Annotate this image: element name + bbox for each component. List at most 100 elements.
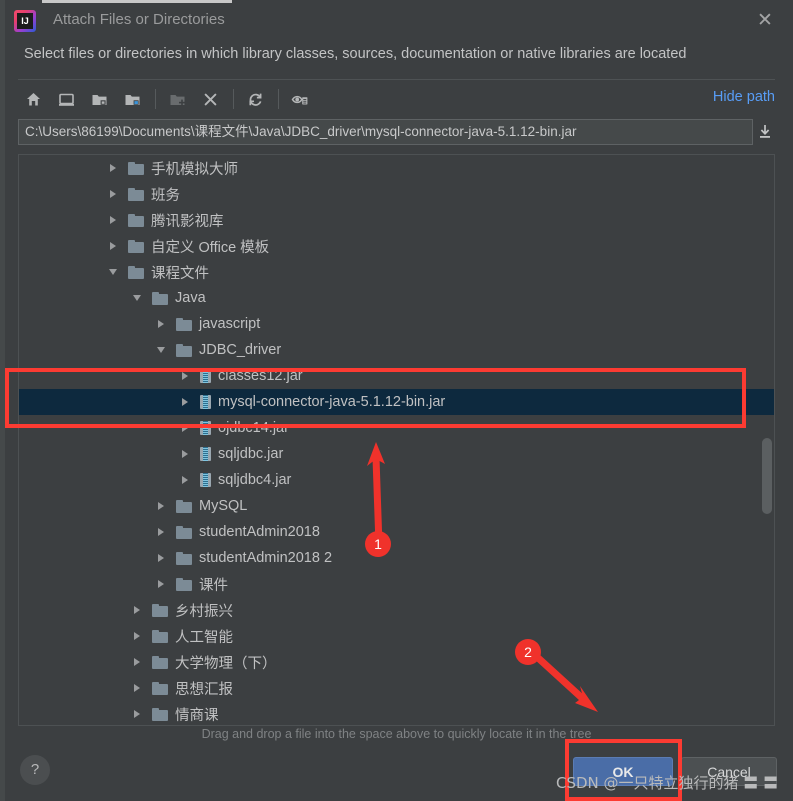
toolbar-divider bbox=[18, 79, 775, 80]
tree-scrollbar[interactable] bbox=[762, 156, 773, 725]
tree-row[interactable]: studentAdmin2018 bbox=[19, 519, 774, 545]
jar-archive-icon bbox=[200, 421, 211, 435]
tree-row[interactable]: 自定义 Office 模板 bbox=[19, 233, 774, 259]
tree-item-label: ojdbc14.jar bbox=[218, 420, 289, 436]
tree-item-label: mysql-connector-java-5.1.12-bin.jar bbox=[218, 394, 446, 410]
chevron-down-icon[interactable] bbox=[155, 344, 167, 356]
tree-item-label: 乡村振兴 bbox=[175, 603, 233, 620]
chevron-right-icon[interactable] bbox=[179, 448, 191, 460]
path-input[interactable]: C:\Users\86199\Documents\课程文件\Java\JDBC_… bbox=[18, 119, 753, 145]
tree-item-label: classes12.jar bbox=[218, 368, 303, 384]
toolbar-separator-1 bbox=[155, 89, 156, 109]
chevron-right-icon[interactable] bbox=[155, 318, 167, 330]
tree-row[interactable]: ojdbc14.jar bbox=[19, 415, 774, 441]
chevron-right-icon[interactable] bbox=[131, 656, 143, 668]
toolbar-separator-3 bbox=[278, 89, 279, 109]
tree-row[interactable]: 乡村振兴 bbox=[19, 597, 774, 623]
tree-row[interactable]: 情商课 bbox=[19, 701, 774, 725]
attach-files-dialog: IJ Attach Files or Directories ✕ Select … bbox=[0, 0, 793, 801]
tree-row[interactable]: 人工智能 bbox=[19, 623, 774, 649]
tree-row[interactable]: 思想汇报 bbox=[19, 675, 774, 701]
module-folder-icon[interactable] bbox=[117, 84, 147, 114]
folder-icon bbox=[152, 603, 168, 617]
chevron-right-icon[interactable] bbox=[179, 370, 191, 382]
folder-icon bbox=[152, 707, 168, 721]
folder-icon bbox=[176, 551, 192, 565]
chevron-right-icon[interactable] bbox=[155, 500, 167, 512]
tree-scrollbar-thumb[interactable] bbox=[762, 438, 772, 514]
chevron-right-icon[interactable] bbox=[107, 214, 119, 226]
intellij-idea-icon: IJ bbox=[14, 10, 36, 32]
annotation-marker-2: 2 bbox=[515, 639, 541, 665]
tree-item-label: 自定义 Office 模板 bbox=[151, 239, 270, 256]
refresh-icon[interactable] bbox=[240, 84, 270, 114]
tree-row[interactable]: JDBC_driver bbox=[19, 337, 774, 363]
close-icon[interactable]: ✕ bbox=[753, 9, 777, 33]
chevron-right-icon[interactable] bbox=[155, 552, 167, 564]
chevron-down-icon[interactable] bbox=[131, 292, 143, 304]
chevron-right-icon[interactable] bbox=[179, 422, 191, 434]
dialog-title: Attach Files or Directories bbox=[53, 11, 225, 28]
chevron-right-icon[interactable] bbox=[131, 630, 143, 642]
chevron-right-icon[interactable] bbox=[179, 396, 191, 408]
project-folder-icon[interactable] bbox=[84, 84, 114, 114]
show-hidden-files-icon[interactable] bbox=[285, 84, 315, 114]
folder-icon bbox=[128, 187, 144, 201]
tree-item-label: 课件 bbox=[199, 577, 228, 594]
tree-item-label: javascript bbox=[199, 316, 261, 332]
folder-icon bbox=[128, 213, 144, 227]
tree-row[interactable]: MySQL bbox=[19, 493, 774, 519]
tree-row[interactable]: 腾讯影视库 bbox=[19, 207, 774, 233]
chevron-right-icon[interactable] bbox=[131, 708, 143, 720]
tree-row[interactable]: sqljdbc.jar bbox=[19, 441, 774, 467]
csdn-watermark: CSDN @一只特立独行的猪 〓 〓 bbox=[556, 774, 779, 792]
home-icon[interactable] bbox=[18, 84, 48, 114]
folder-icon bbox=[176, 343, 192, 357]
chevron-right-icon[interactable] bbox=[155, 526, 167, 538]
chevron-right-icon[interactable] bbox=[131, 682, 143, 694]
jar-archive-icon bbox=[200, 369, 211, 383]
tree-row[interactable]: mysql-connector-java-5.1.12-bin.jar bbox=[19, 389, 774, 415]
folder-icon bbox=[176, 317, 192, 331]
delete-icon[interactable] bbox=[195, 84, 225, 114]
tree-item-label: sqljdbc4.jar bbox=[218, 472, 292, 488]
file-tree-panel[interactable]: 手机模拟大师 班务腾讯影视库自定义 Office 模板 课程文件 Java javasc… bbox=[18, 154, 775, 726]
drag-drop-hint: Drag and drop a file into the space abov… bbox=[201, 727, 592, 741]
tree-row[interactable]: sqljdbc4.jar bbox=[19, 467, 774, 493]
hide-path-link[interactable]: Hide path bbox=[713, 89, 775, 105]
tree-row[interactable]: 班务 bbox=[19, 181, 774, 207]
download-arrow-icon[interactable] bbox=[755, 122, 775, 142]
tree-item-label: 手机模拟大师 bbox=[151, 161, 238, 178]
folder-icon bbox=[176, 499, 192, 513]
tree-item-label: 思想汇报 bbox=[175, 681, 233, 698]
tree-row[interactable]: classes12.jar bbox=[19, 363, 774, 389]
chevron-right-icon[interactable] bbox=[179, 474, 191, 486]
chevron-right-icon[interactable] bbox=[155, 578, 167, 590]
tree-row[interactable]: Java bbox=[19, 285, 774, 311]
tree-row[interactable]: studentAdmin2018 2 bbox=[19, 545, 774, 571]
tree-item-label: studentAdmin2018 bbox=[199, 524, 320, 540]
folder-icon bbox=[152, 655, 168, 669]
desktop-icon[interactable] bbox=[51, 84, 81, 114]
chevron-down-icon[interactable] bbox=[107, 266, 119, 278]
tree-row[interactable]: 手机模拟大师 bbox=[19, 155, 774, 181]
tree-item-label: Java bbox=[175, 290, 206, 306]
tree-row[interactable]: 课程文件 bbox=[19, 259, 774, 285]
tree-item-label: 班务 bbox=[151, 187, 180, 204]
chevron-right-icon[interactable] bbox=[107, 240, 119, 252]
chevron-right-icon[interactable] bbox=[107, 188, 119, 200]
chevron-right-icon[interactable] bbox=[107, 162, 119, 174]
tree-row[interactable]: 课件 bbox=[19, 571, 774, 597]
chevron-right-icon[interactable] bbox=[131, 604, 143, 616]
background-window-sliver bbox=[0, 0, 5, 801]
tree-item-label: 情商课 bbox=[175, 707, 219, 724]
annotation-marker-1: 1 bbox=[365, 531, 391, 557]
tree-item-label: studentAdmin2018 2 bbox=[199, 550, 333, 566]
help-button[interactable]: ? bbox=[20, 755, 50, 785]
tree-item-label: 人工智能 bbox=[175, 629, 233, 646]
tree-row[interactable]: 大学物理（下） bbox=[19, 649, 774, 675]
tree-item-label: 课程文件 bbox=[151, 265, 209, 282]
jar-archive-icon bbox=[200, 473, 211, 487]
folder-icon bbox=[176, 525, 192, 539]
tree-row[interactable]: javascript bbox=[19, 311, 774, 337]
